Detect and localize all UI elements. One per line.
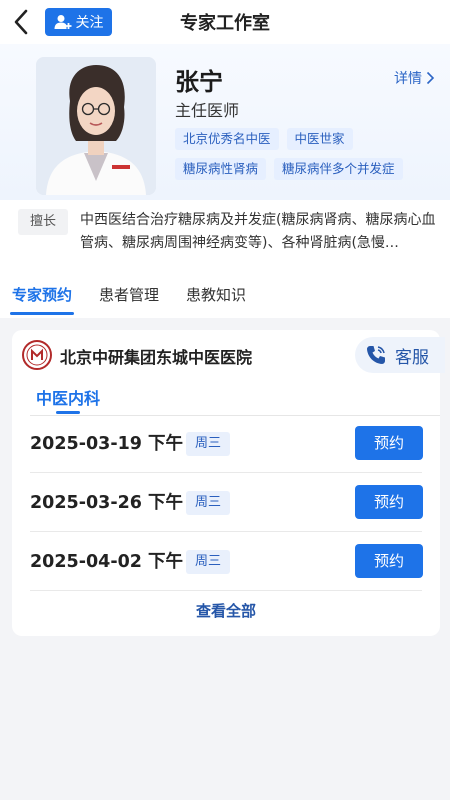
- department-tab[interactable]: 中医内科: [36, 385, 100, 409]
- hospital-logo: [22, 340, 52, 370]
- book-button[interactable]: 预约: [355, 426, 423, 460]
- book-button[interactable]: 预约: [355, 544, 423, 578]
- appointment-slot: 2025-03-26 下午 周三 预约: [30, 473, 423, 532]
- doctor-tags: 北京优秀名中医 中医世家 糖尿病性肾病 糖尿病伴多个并发症: [175, 128, 435, 180]
- detail-label: 详情: [394, 71, 422, 87]
- tab-patient-management[interactable]: 患者管理: [99, 284, 159, 305]
- slot-weekday: 周三: [186, 550, 230, 574]
- appointment-slot: 2025-03-19 下午 周三 预约: [30, 414, 423, 473]
- doctor-tag: 糖尿病性肾病: [175, 158, 267, 180]
- doctor-tag: 中医世家: [286, 128, 353, 150]
- active-tab-indicator: [10, 312, 74, 315]
- top-bar: 关注 专家工作室: [0, 0, 450, 44]
- doctor-tag: 北京优秀名中医: [175, 128, 279, 150]
- slot-date: 2025-03-19 下午: [30, 434, 184, 454]
- tab-appointment[interactable]: 专家预约: [12, 284, 72, 305]
- book-button[interactable]: 预约: [355, 485, 423, 519]
- hospital-name: 北京中研集团东城中医医院: [60, 348, 253, 367]
- customer-service-button[interactable]: 客服: [355, 337, 445, 373]
- slot-weekday: 周三: [186, 491, 230, 515]
- specialty-section[interactable]: 擅长 中西医结合治疗糖尿病及并发症(糖尿病肾病、糖尿病心血管病、糖尿病周围神经病…: [0, 200, 450, 262]
- page-title: 专家工作室: [180, 13, 270, 34]
- tab-education[interactable]: 患教知识: [186, 284, 246, 305]
- specialty-label: 擅长: [18, 209, 68, 235]
- doctor-name: 张宁: [175, 68, 223, 96]
- tab-bar: 专家预约 患者管理 患教知识: [0, 262, 450, 318]
- customer-service-label: 客服: [395, 347, 429, 368]
- doctor-tag: 糖尿病伴多个并发症: [274, 158, 403, 180]
- appointment-slot: 2025-04-02 下午 周三 预约: [30, 532, 423, 591]
- appointment-card: 北京中研集团东城中医医院 客服 中医内科 2025-03-19 下午 周三 预约…: [12, 330, 445, 636]
- doctor-title: 主任医师: [175, 101, 240, 120]
- specialty-text: 中西医结合治疗糖尿病及并发症(糖尿病肾病、糖尿病心血管病、糖尿病周围神经病变等)…: [80, 212, 436, 251]
- detail-link[interactable]: 详情: [394, 68, 435, 88]
- slot-date: 2025-04-02 下午: [30, 552, 184, 572]
- doctor-profile: 张宁 主任医师 详情 北京优秀名中医 中医世家 糖尿病性肾病 糖尿病伴多个并发症: [0, 44, 450, 200]
- chevron-right-icon: [426, 71, 435, 85]
- doctor-avatar: [36, 57, 156, 195]
- slot-date: 2025-03-26 下午: [30, 493, 184, 513]
- slot-weekday: 周三: [186, 432, 230, 456]
- phone-icon: [367, 346, 385, 364]
- view-all-link[interactable]: 查看全部: [12, 600, 440, 621]
